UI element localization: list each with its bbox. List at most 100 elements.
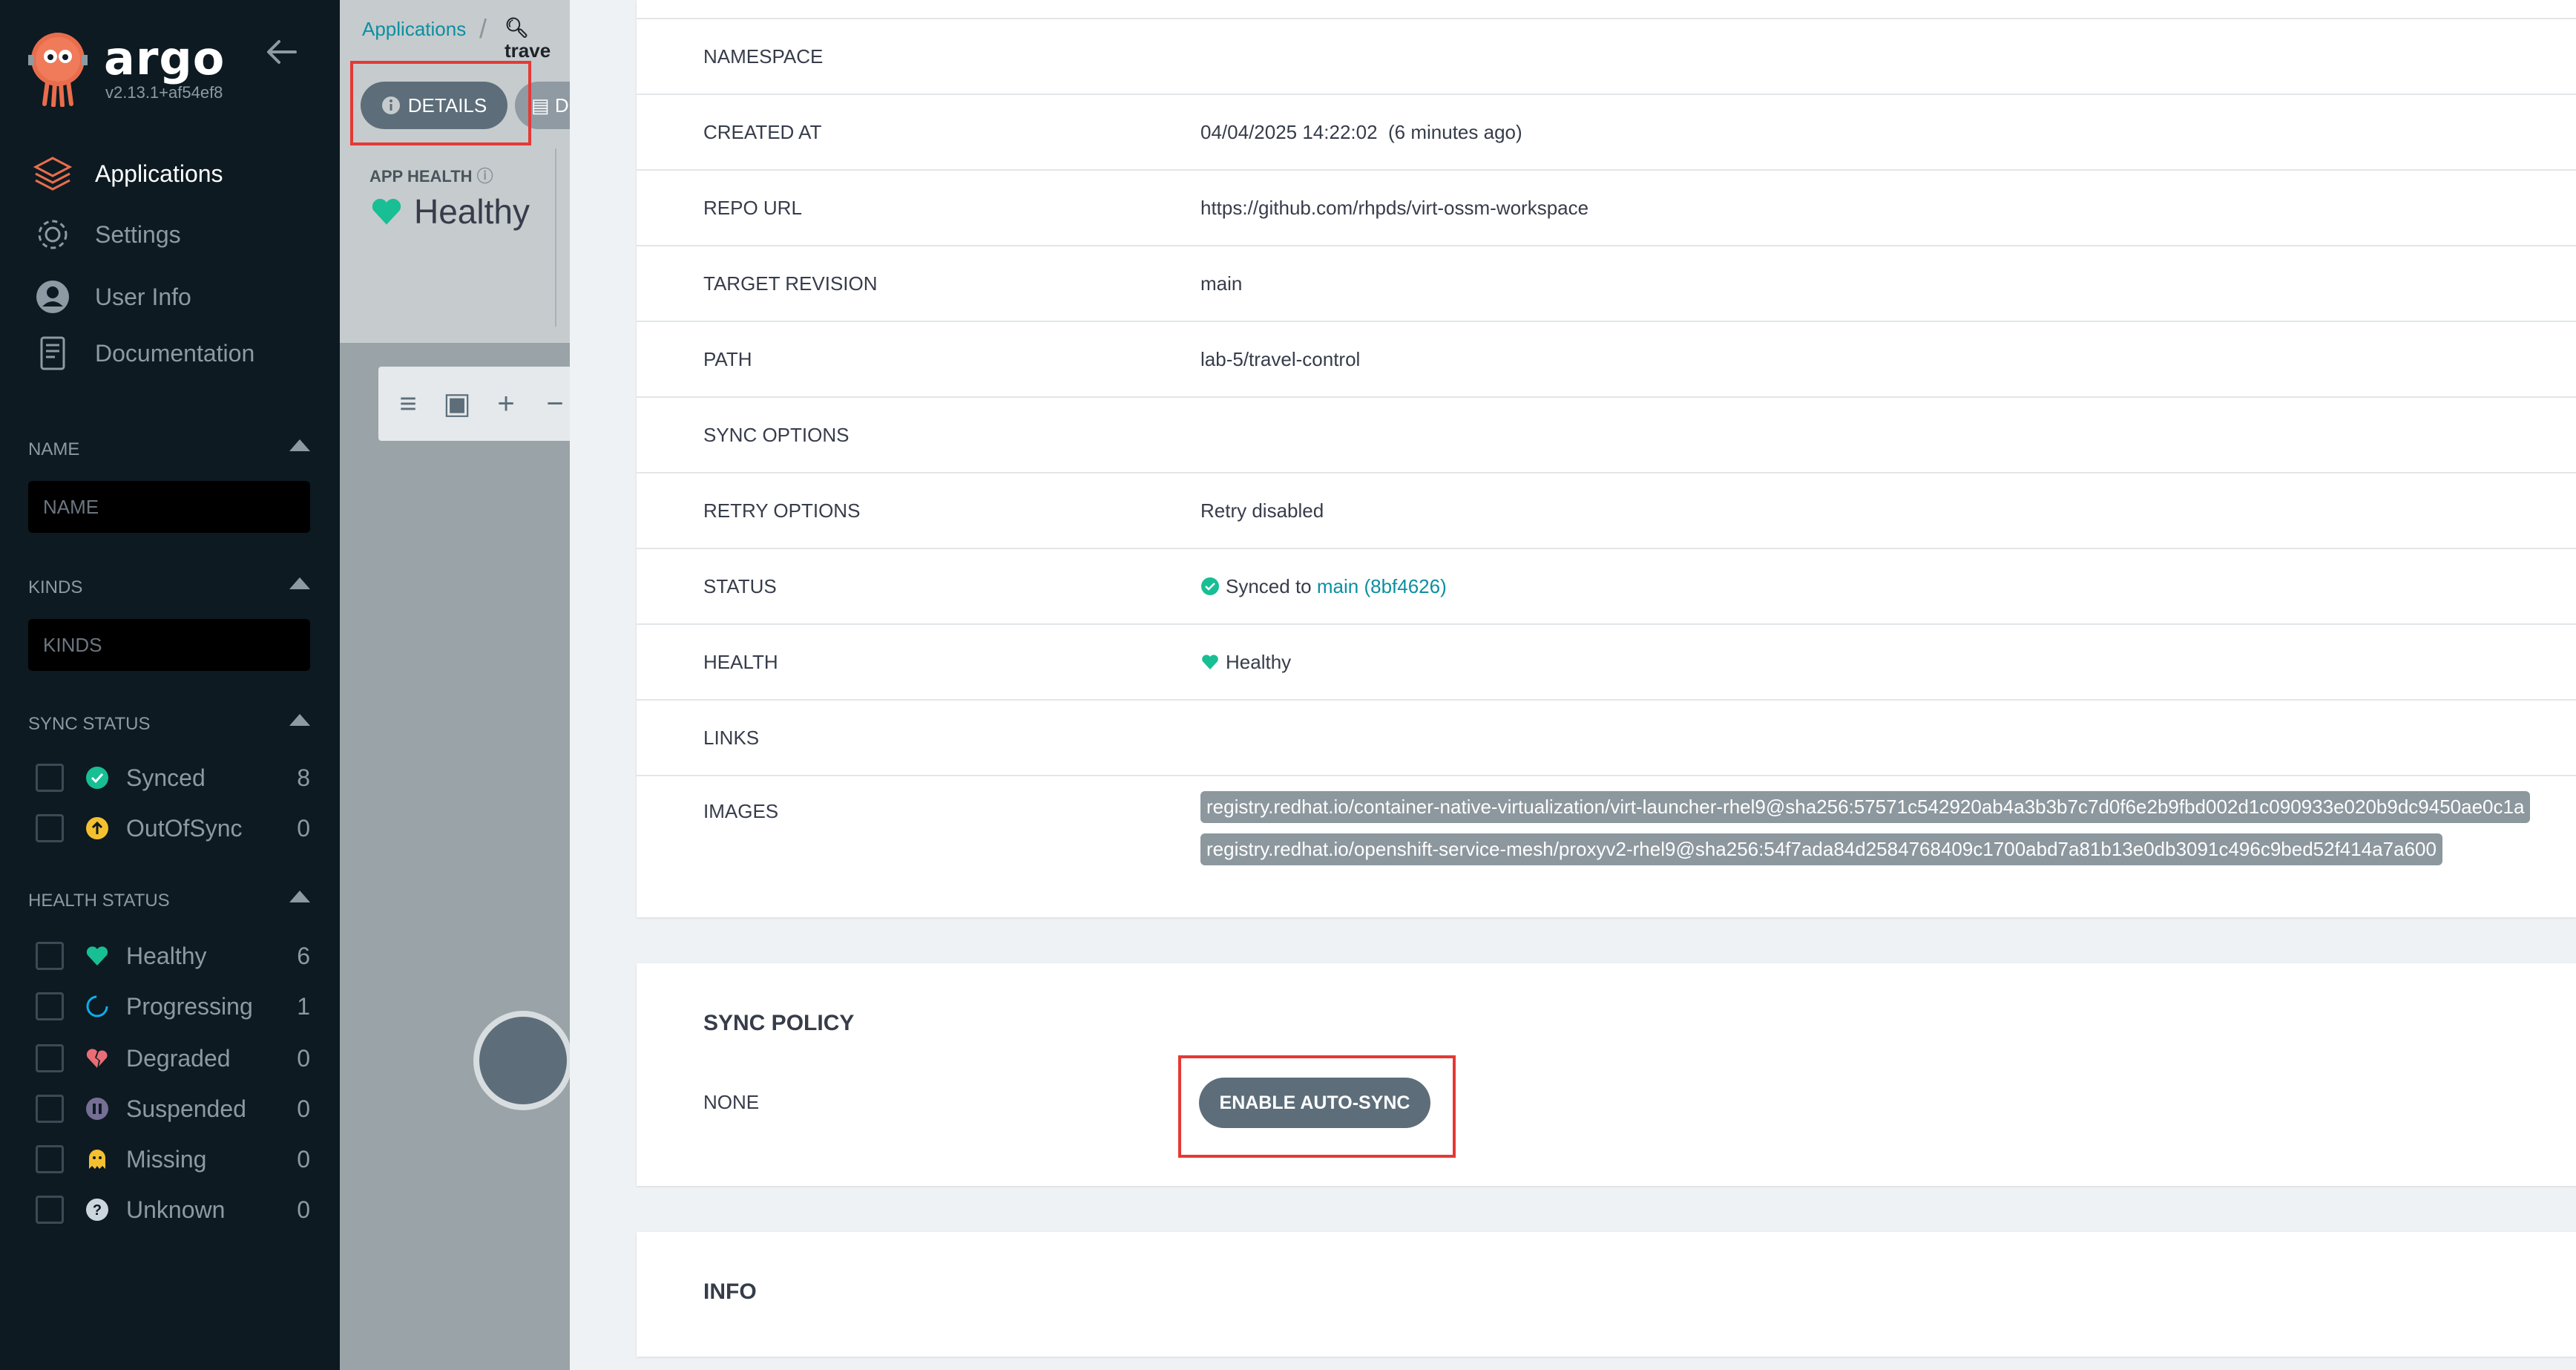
user-icon — [36, 281, 69, 313]
filter-header-label: KINDS — [28, 577, 83, 597]
filter-header-label: HEALTH STATUS — [28, 891, 170, 911]
row-key: PATH — [703, 347, 752, 370]
checkbox[interactable] — [36, 992, 64, 1020]
filter-synced[interactable]: Synced 8 — [36, 758, 310, 797]
kinds-filter-input[interactable] — [28, 619, 310, 671]
app-health-value: Healthy — [369, 191, 530, 232]
row-namespace: NAMESPACE — [637, 18, 2576, 94]
path-link[interactable]: lab-5/travel-control — [1200, 348, 1360, 371]
name-filter-input[interactable] — [28, 481, 310, 533]
filter-count: 0 — [297, 1044, 310, 1072]
row-value: Retry disabled — [1200, 499, 1324, 522]
status-revision-link[interactable]: main (8bf4626) — [1317, 575, 1447, 598]
resource-node[interactable] — [473, 1011, 573, 1110]
status-value: Synced to main (8bf4626) — [1200, 575, 1447, 598]
row-repo-url: REPO URL https://github.com/rhpds/virt-o… — [637, 169, 2576, 245]
fit-view-icon[interactable]: ▣ — [441, 387, 473, 421]
row-status: STATUS Synced to main (8bf4626) — [637, 548, 2576, 623]
nav-documentation[interactable]: Documentation — [33, 331, 329, 376]
filter-label: Suspended — [126, 1095, 246, 1122]
health-value: Healthy — [1200, 651, 1291, 674]
help-icon[interactable]: ⓘ — [477, 167, 493, 186]
collapse-sidebar-icon[interactable] — [266, 36, 298, 68]
zoom-in-icon[interactable]: + — [490, 387, 522, 421]
document-icon: ▤ — [531, 94, 550, 117]
row-key: SYNC OPTIONS — [703, 423, 850, 446]
status-text: Synced to — [1226, 574, 1312, 597]
row-sync-options: SYNC OPTIONS — [637, 396, 2576, 472]
checkbox[interactable] — [36, 1196, 64, 1224]
filter-unknown[interactable]: ? Unknown 0 — [36, 1190, 310, 1229]
gear-icon — [38, 220, 68, 249]
highlight-box — [1178, 1055, 1456, 1158]
broken-heart-icon — [86, 1049, 108, 1068]
filter-suspended[interactable]: Suspended 0 — [36, 1089, 310, 1128]
filter-count: 0 — [297, 1196, 310, 1223]
filter-count: 0 — [297, 1095, 310, 1122]
arrow-up-circle-icon — [86, 817, 108, 839]
filter-outofsync[interactable]: OutOfSync 0 — [36, 809, 310, 848]
row-key: RETRY OPTIONS — [703, 499, 861, 522]
app-health-label: APP HEALTH ⓘ — [369, 163, 493, 187]
highlight-box — [350, 61, 531, 145]
row-key: IMAGES — [703, 800, 779, 822]
version-label: v2.13.1+af54ef8 — [105, 83, 223, 102]
app-health-label-text: APP HEALTH — [369, 167, 473, 186]
target-revision-link[interactable]: main — [1200, 272, 1242, 295]
ghost-icon — [89, 1150, 105, 1169]
argo-logo-icon[interactable] — [27, 30, 89, 107]
breadcrumb-applications[interactable]: Applications — [362, 18, 466, 41]
filter-label: Healthy — [126, 942, 207, 969]
nav-user-info[interactable]: User Info — [33, 275, 329, 319]
list-view-icon[interactable]: ≡ — [392, 387, 424, 421]
row-value: 04/04/2025 14:22:02 (6 minutes ago) — [1200, 120, 1522, 143]
repo-url-link[interactable]: https://github.com/rhpds/virt-ossm-works… — [1200, 197, 1588, 220]
brand-name: argo — [104, 31, 226, 85]
checkbox[interactable] — [36, 942, 64, 970]
details-drawer: NAMESPACE CREATED AT 04/04/2025 14:22:02… — [570, 0, 2576, 1370]
heart-icon — [372, 198, 401, 225]
checkbox[interactable] — [36, 1095, 64, 1123]
row-key: LINKS — [703, 726, 760, 749]
health-status-header[interactable]: HEALTH STATUS — [28, 891, 310, 911]
checkbox[interactable] — [36, 764, 64, 792]
nav-settings[interactable]: Settings — [33, 212, 329, 257]
row-created-at: CREATED AT 04/04/2025 14:22:02 (6 minute… — [637, 94, 2576, 169]
question-circle-icon: ? — [86, 1199, 108, 1221]
row-key: STATUS — [703, 574, 777, 597]
svg-text:?: ? — [93, 1202, 102, 1219]
summary-card: NAMESPACE CREATED AT 04/04/2025 14:22:02… — [637, 0, 2576, 917]
sidebar: argo v2.13.1+af54ef8 Applications Settin… — [0, 0, 340, 1370]
application-panel: Applications / 🔍︎ trave DETAILS ▤ D APP … — [340, 0, 601, 1370]
filter-label: Progressing — [126, 992, 253, 1020]
breadcrumb-search[interactable]: 🔍︎ trave — [505, 16, 570, 62]
heart-icon — [86, 946, 108, 966]
checkbox[interactable] — [36, 814, 64, 842]
filter-degraded[interactable]: Degraded 0 — [36, 1039, 310, 1078]
pause-circle-icon — [86, 1098, 108, 1120]
filter-label: OutOfSync — [126, 814, 243, 842]
image-tag: registry.redhat.io/container-native-virt… — [1200, 791, 2531, 823]
zoom-out-icon[interactable]: − — [539, 387, 571, 421]
checkbox[interactable] — [36, 1145, 64, 1173]
filter-progressing[interactable]: Progressing 1 — [36, 987, 310, 1026]
filter-count: 6 — [297, 942, 310, 969]
filter-healthy[interactable]: Healthy 6 — [36, 937, 310, 975]
row-key: REPO URL — [703, 196, 802, 219]
collapse-caret-icon — [289, 577, 310, 589]
book-icon — [40, 336, 65, 370]
health-text: Healthy — [1226, 650, 1292, 673]
layers-icon — [33, 157, 73, 191]
app-health-text: Healthy — [414, 192, 530, 231]
row-target-revision: TARGET REVISION main — [637, 245, 2576, 321]
checkbox[interactable] — [36, 1044, 64, 1072]
sync-status-header[interactable]: SYNC STATUS — [28, 714, 310, 735]
row-images: IMAGES registry.redhat.io/container-nati… — [637, 775, 2576, 902]
nav-applications[interactable]: Applications — [33, 151, 329, 196]
name-filter-header[interactable]: NAME — [28, 439, 310, 460]
filter-missing[interactable]: Missing 0 — [36, 1140, 310, 1179]
filter-count: 8 — [297, 764, 310, 791]
nav-label: Applications — [95, 160, 223, 187]
filter-count: 0 — [297, 814, 310, 842]
kinds-filter-header[interactable]: KINDS — [28, 577, 310, 598]
